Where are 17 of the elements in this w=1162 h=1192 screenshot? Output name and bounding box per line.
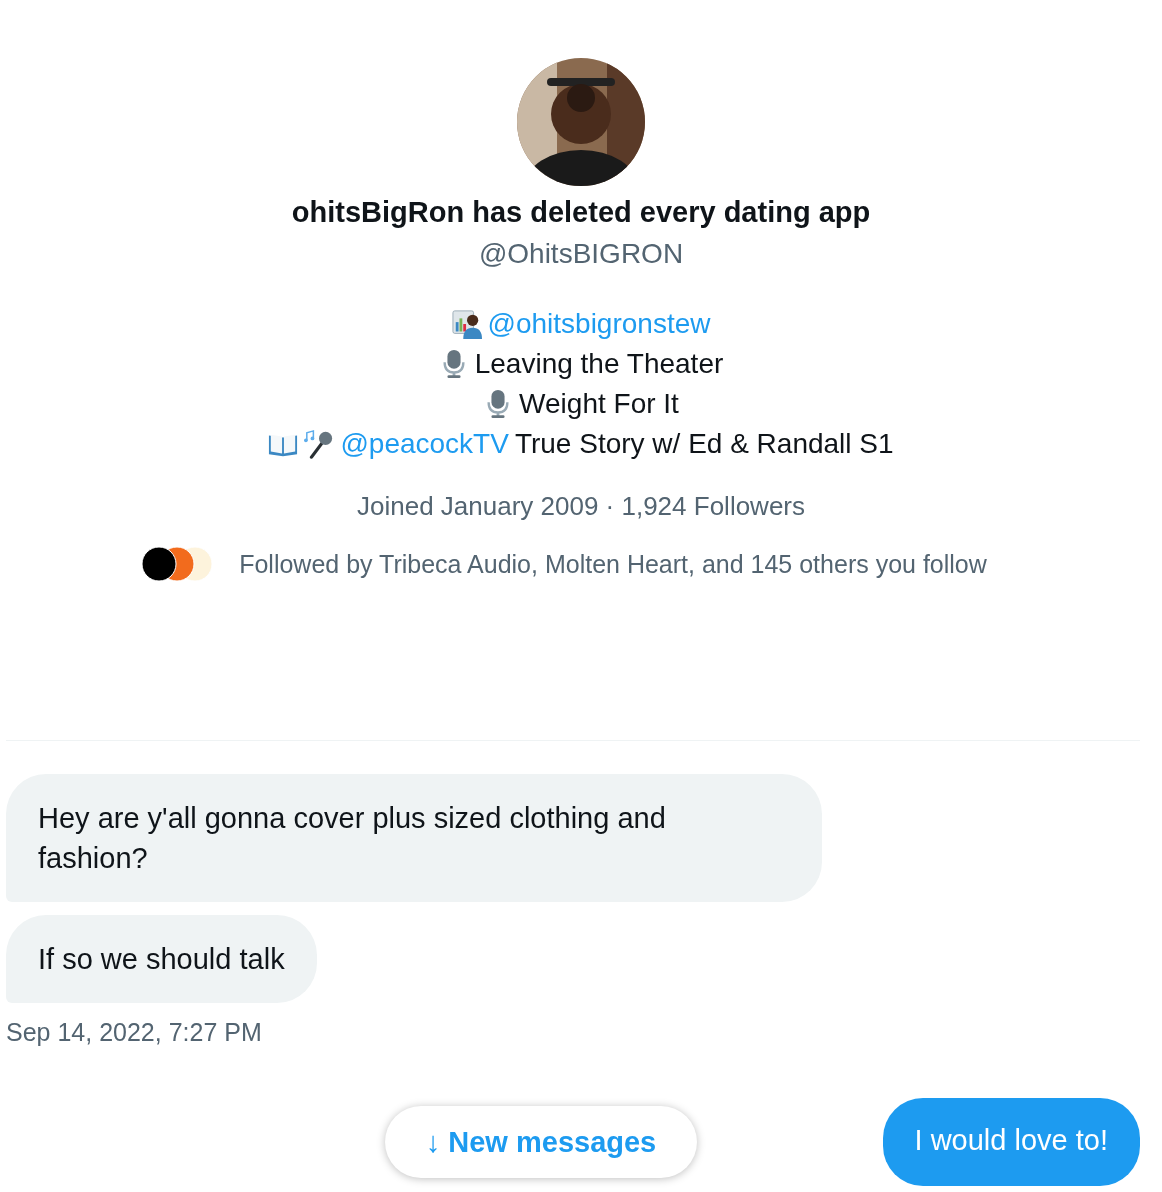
mention-link[interactable]: @peacockTV (340, 424, 509, 464)
bio-text: Leaving the Theater (474, 347, 724, 381)
joined-followers-text: Joined January 2009 · 1,924 Followers (356, 490, 805, 523)
bio-text: True Story w/ Ed & Randall S1 (514, 427, 894, 461)
mention-link[interactable]: @ohitsbigronstew (487, 304, 711, 344)
profile-handle: @OhitsBIGRON (478, 237, 684, 271)
follower-avatars-drawing[interactable] (141, 546, 214, 582)
followed-by-text[interactable]: Followed by Tribeca Audio, Molten Heart, and 145 others you follow (239, 549, 987, 579)
message-timestamp: Sep 14, 2022, 7:27 PM (6, 1018, 262, 1047)
new-messages-button[interactable]: ↓ New messages (385, 1106, 697, 1178)
profile-name: ohitsBigRon has deleted every dating app (291, 195, 871, 230)
message-bubble: Hey are y'all gonna cover plus sized clothing and fashion? (6, 774, 822, 902)
message-bubble: I would love to! (882, 1098, 1140, 1186)
bio-text: Weight For It (519, 387, 679, 421)
presenter-icon (451, 309, 482, 339)
message-bubble: If so we should talk (6, 915, 317, 1003)
singing-microphone-icon (304, 429, 335, 459)
